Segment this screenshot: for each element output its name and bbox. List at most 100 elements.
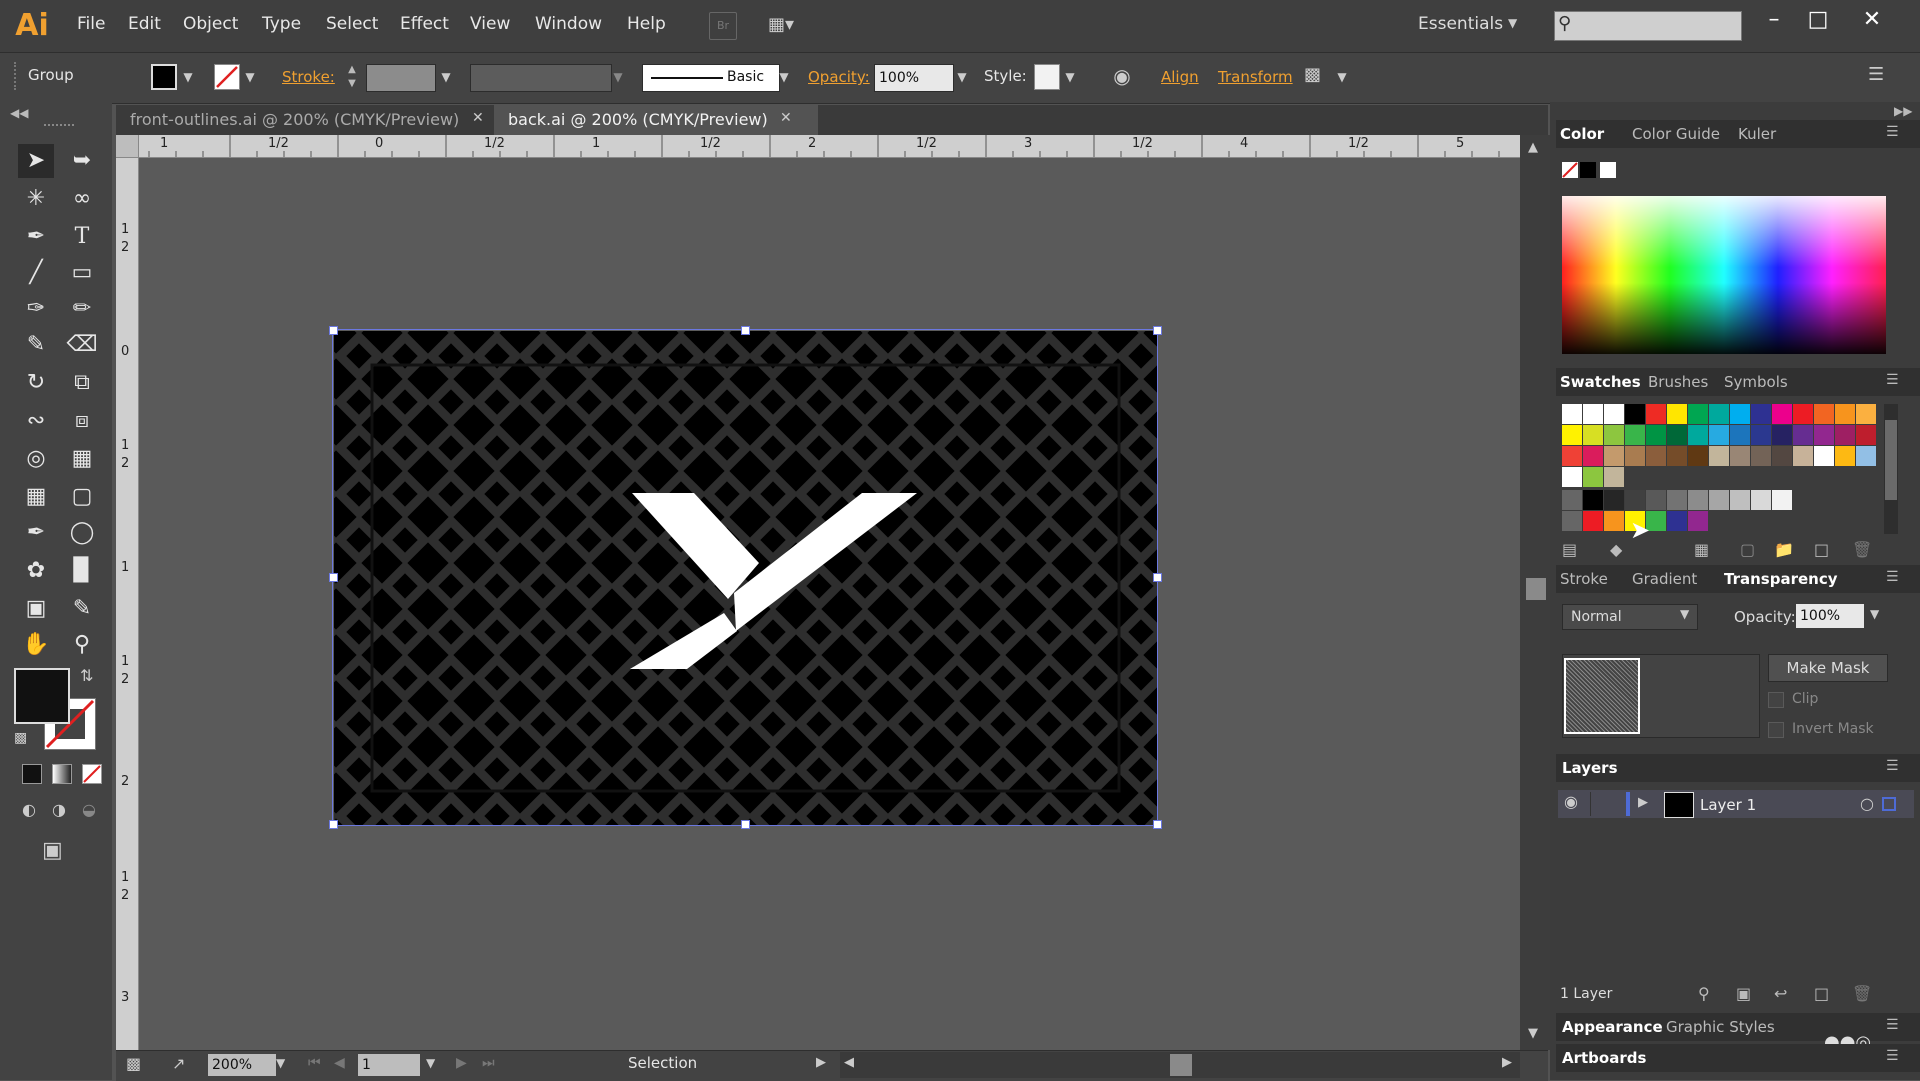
- color-swatch[interactable]: [1646, 425, 1666, 445]
- tab-symbols[interactable]: Symbols: [1724, 373, 1788, 391]
- tab-swatches[interactable]: Swatches: [1560, 373, 1641, 391]
- tab-front-outlines[interactable]: front-outlines.ai @ 200% (CMYK/Preview): [116, 105, 494, 135]
- panel-menu-icon[interactable]: ☰: [1886, 758, 1899, 774]
- eraser-tool-icon[interactable]: ⌫: [64, 328, 100, 362]
- resize-handle[interactable]: [329, 326, 338, 335]
- draw-behind-icon[interactable]: ◑: [52, 800, 72, 820]
- scale-tool-icon[interactable]: ⧉: [64, 366, 100, 400]
- zoom-level-input[interactable]: 200%: [208, 1054, 276, 1076]
- zoom-dropdown-icon[interactable]: ▼: [276, 1056, 285, 1070]
- menu-window[interactable]: Window: [535, 14, 602, 34]
- menu-edit[interactable]: Edit: [128, 14, 161, 34]
- color-swatch[interactable]: [1709, 425, 1729, 445]
- color-swatch[interactable]: [1604, 404, 1624, 424]
- color-swatch[interactable]: [1604, 511, 1624, 531]
- swatch-scroll-thumb[interactable]: [1885, 420, 1897, 500]
- blend-tool-icon[interactable]: ◯: [64, 516, 100, 550]
- eyedropper-tool-icon[interactable]: ✒: [18, 516, 54, 550]
- resize-handle[interactable]: [1153, 573, 1162, 582]
- fill-swatch[interactable]: [151, 64, 177, 90]
- gradient-mode-icon[interactable]: [52, 764, 72, 784]
- show-swatch-kinds-icon[interactable]: ◆: [1610, 540, 1622, 559]
- color-swatch[interactable]: [1730, 425, 1750, 445]
- color-swatch[interactable]: [1625, 425, 1645, 445]
- delete-swatch-icon[interactable]: 🗑: [1852, 540, 1872, 559]
- color-spectrum[interactable]: [1562, 196, 1886, 354]
- color-swatch[interactable]: [1856, 446, 1876, 466]
- isolate-group-icon[interactable]: ▩: [1304, 64, 1330, 88]
- color-swatch[interactable]: [1688, 425, 1708, 445]
- arrange-documents-icon[interactable]: ▦▾: [768, 12, 808, 38]
- tab-color[interactable]: Color: [1560, 125, 1604, 143]
- color-swatch[interactable]: [1667, 425, 1687, 445]
- color-swatch[interactable]: [1583, 446, 1603, 466]
- color-swatch[interactable]: [1688, 511, 1708, 531]
- none-color-icon[interactable]: [1562, 162, 1578, 178]
- rectangle-tool-icon[interactable]: ▭: [64, 256, 100, 290]
- magic-wand-tool-icon[interactable]: ✳: [18, 182, 54, 216]
- resize-handle[interactable]: [741, 326, 750, 335]
- draw-inside-icon[interactable]: ◒: [82, 800, 102, 820]
- color-swatch[interactable]: [1646, 490, 1666, 510]
- color-swatch[interactable]: [1772, 404, 1792, 424]
- color-swatch[interactable]: [1709, 404, 1729, 424]
- color-swatch[interactable]: [1730, 446, 1750, 466]
- fill-dropdown-icon[interactable]: ▼: [180, 64, 196, 90]
- current-tool-status[interactable]: Selection: [628, 1054, 697, 1072]
- last-artboard-icon[interactable]: ⏭: [482, 1055, 495, 1071]
- first-artboard-icon[interactable]: ⏮: [308, 1055, 321, 1071]
- tab-kuler[interactable]: Kuler: [1738, 125, 1776, 143]
- lasso-tool-icon[interactable]: ∞: [64, 182, 100, 216]
- scroll-up-icon[interactable]: ▲: [1528, 140, 1538, 155]
- color-swatch[interactable]: [1835, 425, 1855, 445]
- menu-object[interactable]: Object: [183, 14, 238, 34]
- color-swatch[interactable]: [1667, 446, 1687, 466]
- folder-icon[interactable]: 📁: [1774, 540, 1794, 559]
- color-swatch[interactable]: [1751, 446, 1771, 466]
- panel-menu-icon[interactable]: ☰: [1886, 1048, 1899, 1064]
- color-swatch[interactable]: [1814, 404, 1834, 424]
- width-tool-icon[interactable]: ∾: [18, 404, 54, 438]
- delete-layer-icon[interactable]: 🗑: [1852, 984, 1872, 1003]
- perspective-grid-tool-icon[interactable]: ▦: [64, 442, 100, 476]
- selection-tool-icon[interactable]: ➤: [18, 144, 54, 178]
- color-swatch[interactable]: [1709, 490, 1729, 510]
- locate-object-icon[interactable]: ⚲: [1698, 984, 1710, 1003]
- help-search-input[interactable]: [1554, 11, 1742, 41]
- stroke-weight-dropdown-icon[interactable]: ▼: [438, 64, 454, 90]
- color-swatch[interactable]: [1625, 446, 1645, 466]
- color-swatch[interactable]: [1583, 425, 1603, 445]
- color-swatch[interactable]: [1562, 490, 1582, 510]
- stroke-panel-link[interactable]: Stroke:: [282, 68, 335, 86]
- new-layer-icon[interactable]: □: [1814, 984, 1829, 1003]
- color-swatch[interactable]: [1688, 490, 1708, 510]
- stroke-weight-stepper[interactable]: ▲ ▼: [342, 63, 362, 91]
- width-profile-dropdown-icon[interactable]: ▼: [610, 64, 626, 90]
- color-swatch[interactable]: [1604, 425, 1624, 445]
- white-color-chip[interactable]: [1600, 162, 1616, 178]
- tools-grip[interactable]: [44, 124, 74, 130]
- color-swatch[interactable]: [1562, 511, 1582, 531]
- color-swatch[interactable]: [1835, 446, 1855, 466]
- opacity-input[interactable]: 100%: [874, 64, 954, 92]
- make-mask-button[interactable]: Make Mask: [1768, 654, 1888, 682]
- color-swatch[interactable]: [1646, 446, 1666, 466]
- color-swatch[interactable]: [1604, 467, 1624, 487]
- transform-panel-link[interactable]: Transform: [1218, 68, 1293, 86]
- transparency-opacity-input[interactable]: 100%: [1796, 604, 1864, 628]
- tab-brushes[interactable]: Brushes: [1648, 373, 1708, 391]
- control-bar-grip[interactable]: [14, 62, 20, 90]
- target-circle-icon[interactable]: ○: [1860, 794, 1874, 813]
- collapse-tools-icon[interactable]: ◀◀: [10, 106, 28, 120]
- color-swatch[interactable]: [1667, 511, 1687, 531]
- tab-graphic-styles[interactable]: Graphic Styles: [1666, 1018, 1775, 1036]
- color-swatch[interactable]: [1604, 490, 1624, 510]
- workspace-switcher[interactable]: Essentials: [1418, 14, 1503, 34]
- color-swatch[interactable]: [1583, 404, 1603, 424]
- style-dropdown-icon[interactable]: ▼: [1062, 64, 1078, 90]
- symbol-sprayer-tool-icon[interactable]: ✿: [18, 554, 54, 588]
- lock-toggle[interactable]: [1590, 792, 1611, 816]
- new-color-group-icon[interactable]: ▢: [1740, 540, 1755, 559]
- tab-gradient[interactable]: Gradient: [1632, 570, 1697, 588]
- hand-tool-icon[interactable]: ✋: [18, 628, 54, 662]
